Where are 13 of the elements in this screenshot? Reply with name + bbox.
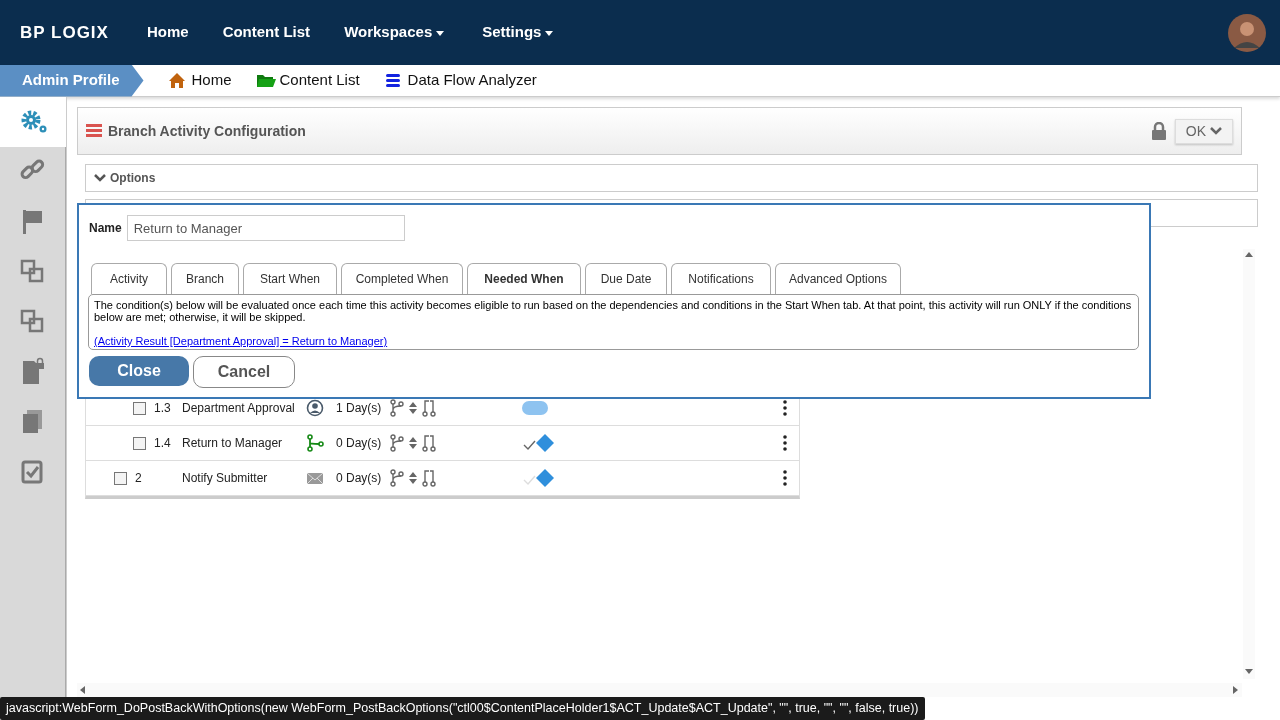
duration: 1 Day(s) bbox=[336, 400, 383, 417]
page-title: Branch Activity Configuration bbox=[108, 121, 306, 141]
description: The condition(s) below will be evaluated once each time this activity becomes eligible to run based on the dependencies and conditions in the Start When tab. At that point, this activity will run ONLY if the conditions below are met; otherwise, it will be skipped. bbox=[94, 299, 1133, 323]
row-number: 2 bbox=[135, 470, 143, 487]
status-tooltip: javascript:WebForm_DoPostBackWithOptions(new WebForm_PostBackOptions("ctl00$ContentPlaceHolder1$ACT_Update$ACT_Update", "", true, "", "", false, true)) bbox=[0, 697, 925, 720]
activity-name: Return to Manager bbox=[182, 435, 284, 452]
row-number: 1.4 bbox=[154, 435, 172, 452]
name-label: Name bbox=[89, 220, 122, 237]
activity-name: Notify Submitter bbox=[182, 470, 269, 487]
row-number: 1.3 bbox=[154, 400, 172, 417]
activity-name: Department Approval bbox=[182, 400, 296, 417]
duration: 0 Day(s) bbox=[336, 435, 383, 452]
duration: 0 Day(s) bbox=[336, 470, 383, 487]
